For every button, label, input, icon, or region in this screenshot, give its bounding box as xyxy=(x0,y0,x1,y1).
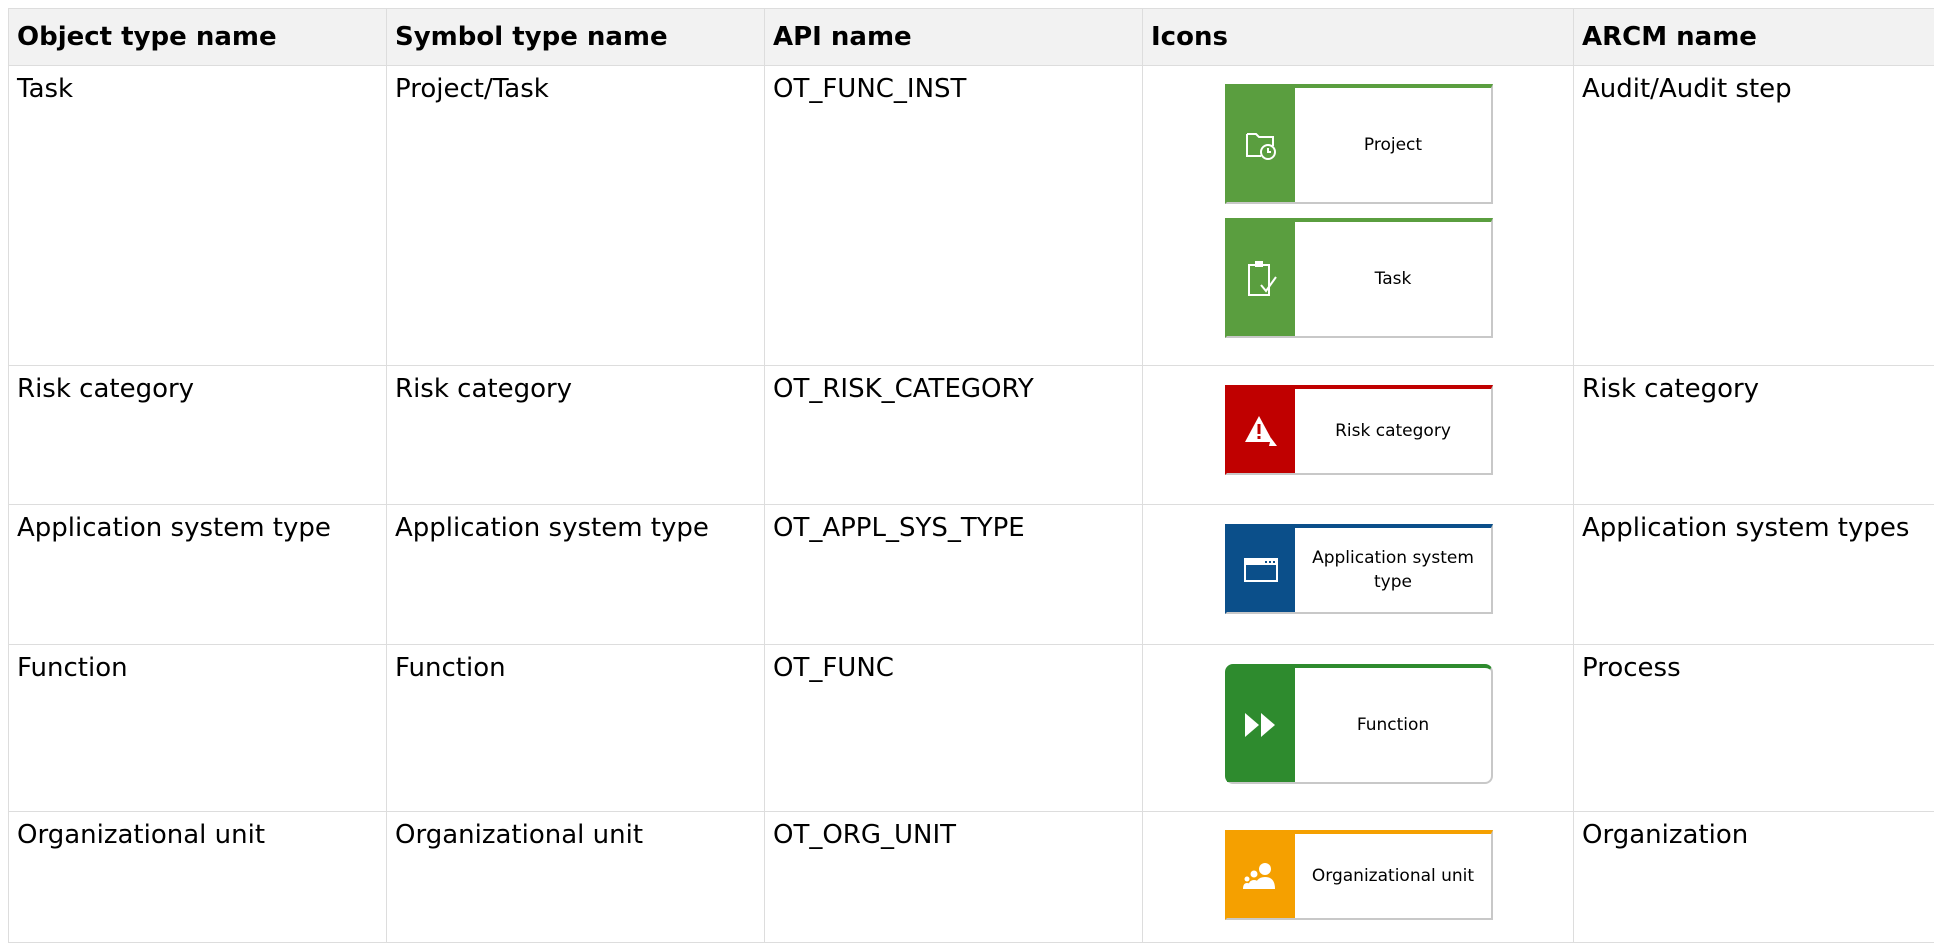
cell-object-type: Risk category xyxy=(9,366,387,505)
task-symbol-label: Task xyxy=(1295,222,1491,336)
folder-clock-icon xyxy=(1243,128,1279,162)
object-type-table: Object type name Symbol type name API na… xyxy=(8,8,1934,943)
cell-symbol-type: Risk category xyxy=(387,366,765,505)
cell-symbol-type: Function xyxy=(387,645,765,812)
risk-category-symbol: Risk category xyxy=(1225,385,1493,475)
table-row: Organizational unit Organizational unit … xyxy=(9,812,1934,943)
people-icon xyxy=(1243,861,1279,891)
warning-icon xyxy=(1243,414,1279,448)
cell-symbol-type: Application system type xyxy=(387,505,765,645)
function-symbol: Function xyxy=(1225,664,1493,784)
table-row: Application system type Application syst… xyxy=(9,505,1934,645)
cell-icons: Function xyxy=(1143,645,1574,812)
window-icon xyxy=(1243,556,1279,584)
cell-arcm-name: Audit/Audit step xyxy=(1574,66,1934,366)
cell-arcm-name: Application system types xyxy=(1574,505,1934,645)
fast-forward-icon xyxy=(1243,711,1279,739)
cell-api-name: OT_APPL_SYS_TYPE xyxy=(765,505,1143,645)
cell-object-type: Function xyxy=(9,645,387,812)
application-system-type-symbol-band xyxy=(1227,528,1295,612)
cell-api-name: OT_RISK_CATEGORY xyxy=(765,366,1143,505)
organizational-unit-symbol-label: Organizational unit xyxy=(1295,834,1491,918)
cell-icons: Project Task xyxy=(1143,66,1574,366)
cell-object-type: Task xyxy=(9,66,387,366)
cell-object-type: Organizational unit xyxy=(9,812,387,943)
cell-api-name: OT_ORG_UNIT xyxy=(765,812,1143,943)
cell-object-type: Application system type xyxy=(9,505,387,645)
task-symbol: Task xyxy=(1225,218,1493,338)
cell-api-name: OT_FUNC_INST xyxy=(765,66,1143,366)
project-symbol: Project xyxy=(1225,84,1493,204)
clipboard-check-icon xyxy=(1243,259,1279,299)
risk-category-symbol-band xyxy=(1227,389,1295,473)
table-row: Function Function OT_FUNC Function xyxy=(9,645,1934,812)
cell-icons: Risk category xyxy=(1143,366,1574,505)
project-symbol-label: Project xyxy=(1295,88,1491,202)
cell-symbol-type: Project/Task xyxy=(387,66,765,366)
application-system-type-symbol: Application system type xyxy=(1225,524,1493,614)
cell-arcm-name: Process xyxy=(1574,645,1934,812)
header-icons: Icons xyxy=(1143,9,1574,66)
cell-symbol-type: Organizational unit xyxy=(387,812,765,943)
cell-api-name: OT_FUNC xyxy=(765,645,1143,812)
function-symbol-label: Function xyxy=(1295,668,1491,782)
cell-icons: Organizational unit xyxy=(1143,812,1574,943)
cell-arcm-name: Organization xyxy=(1574,812,1934,943)
project-symbol-band xyxy=(1227,88,1295,202)
header-arcm-name: ARCM name xyxy=(1574,9,1934,66)
organizational-unit-symbol-band xyxy=(1227,834,1295,918)
cell-icons: Application system type xyxy=(1143,505,1574,645)
organizational-unit-symbol: Organizational unit xyxy=(1225,830,1493,920)
header-row: Object type name Symbol type name API na… xyxy=(9,9,1934,66)
table-row: Task Project/Task OT_FUNC_INST Project xyxy=(9,66,1934,366)
header-object-type: Object type name xyxy=(9,9,387,66)
cell-arcm-name: Risk category xyxy=(1574,366,1934,505)
application-system-type-symbol-label: Application system type xyxy=(1295,528,1491,612)
header-symbol-type: Symbol type name xyxy=(387,9,765,66)
header-api-name: API name xyxy=(765,9,1143,66)
task-symbol-band xyxy=(1227,222,1295,336)
risk-category-symbol-label: Risk category xyxy=(1295,389,1491,473)
function-symbol-band xyxy=(1227,668,1295,782)
table-row: Risk category Risk category OT_RISK_CATE… xyxy=(9,366,1934,505)
